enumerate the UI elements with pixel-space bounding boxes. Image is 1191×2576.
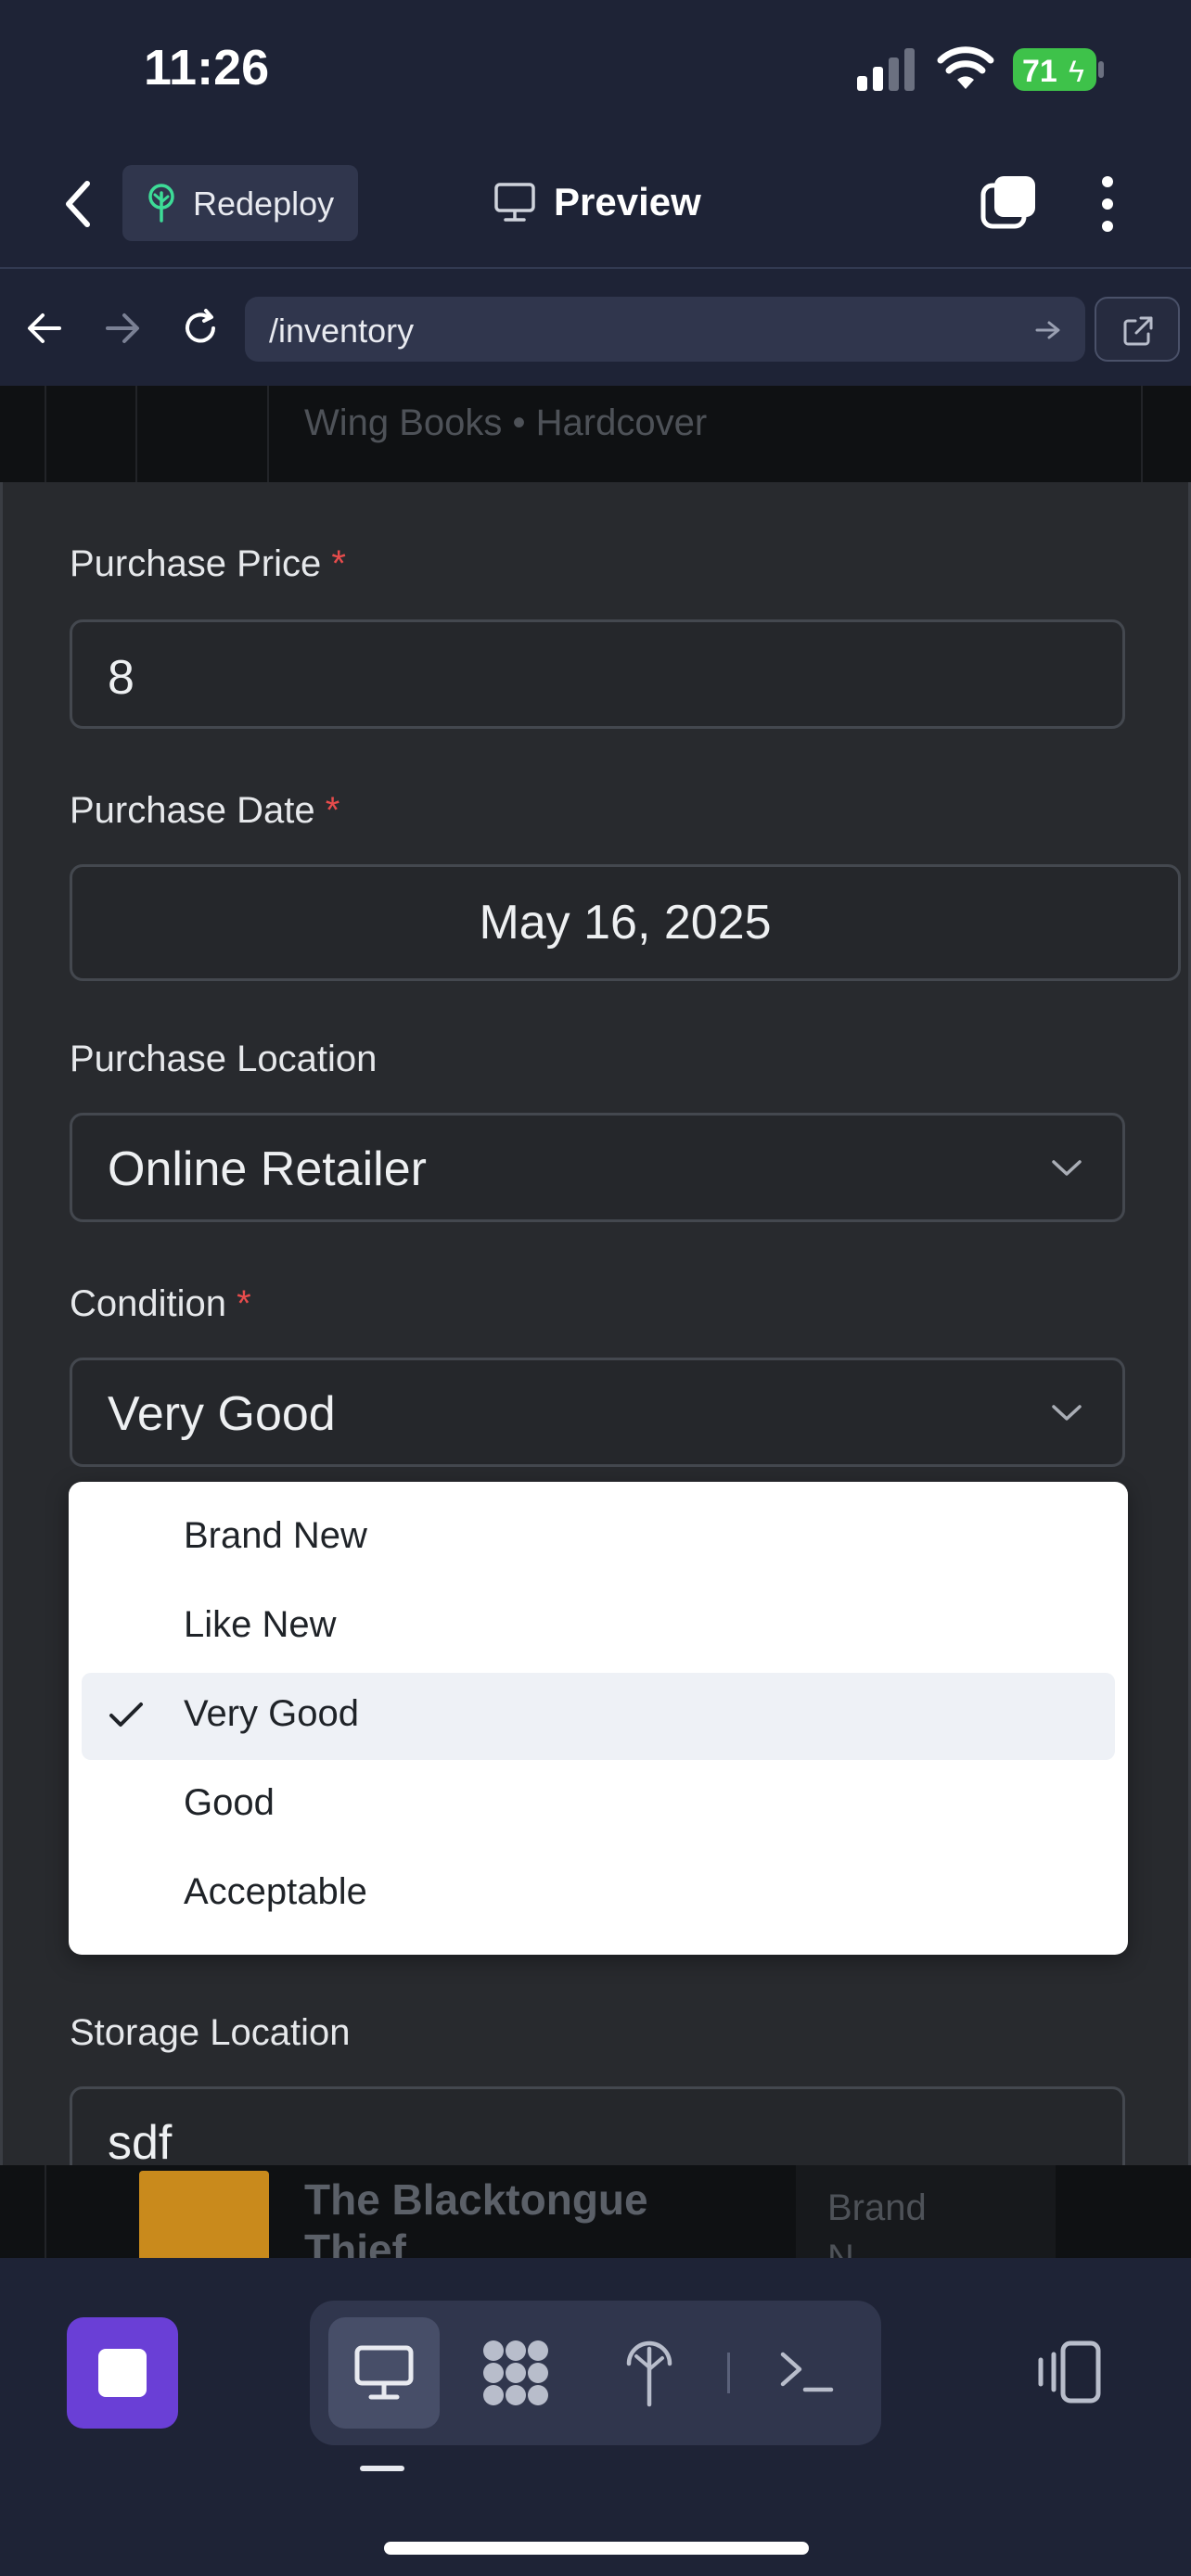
option-very-good[interactable]: Very Good [82, 1673, 1115, 1760]
url-text: /inventory [269, 312, 415, 350]
purchase-price-value: 8 [108, 651, 134, 705]
checkmark-icon [109, 1702, 143, 1727]
option-like-new[interactable]: Like New [82, 1584, 1115, 1671]
status-time: 11:26 [144, 40, 270, 96]
sapling-icon [148, 184, 174, 223]
terminal-icon[interactable] [777, 2349, 837, 2397]
option-good[interactable]: Good [82, 1762, 1115, 1849]
battery-tip [1098, 61, 1104, 78]
divider [727, 2353, 730, 2393]
purchase-location-value: Online Retailer [108, 1142, 427, 1196]
redeploy-label: Redeploy [193, 185, 335, 223]
background-book-title: The Blacktongue [304, 2175, 648, 2224]
reload-icon[interactable] [180, 308, 221, 349]
redeploy-button[interactable]: Redeploy [122, 165, 358, 241]
purchase-date-label: Purchase Date * [70, 790, 340, 831]
home-indicator [384, 2542, 809, 2555]
battery-icon: 71 ϟ [1013, 48, 1096, 91]
browser-back-icon[interactable] [26, 312, 63, 345]
condition-select[interactable]: Very Good [70, 1358, 1125, 1467]
background-table-row: Wing Books • Hardcover [0, 386, 1191, 482]
option-brand-new[interactable]: Brand New [82, 1495, 1115, 1582]
background-condition-line2: N [827, 2238, 854, 2258]
purchase-date-value: May 16, 2025 [479, 896, 772, 950]
go-arrow-icon[interactable] [1035, 320, 1061, 340]
preview-view-tab[interactable] [328, 2317, 440, 2429]
purchase-location-select[interactable]: Online Retailer [70, 1113, 1125, 1222]
tabs-icon[interactable] [980, 172, 1039, 232]
chevron-down-icon [1052, 1405, 1082, 1421]
url-field[interactable]: /inventory [245, 297, 1085, 362]
bottom-toolbar [0, 2258, 1191, 2576]
deploy-sapling-icon[interactable] [623, 2336, 675, 2408]
required-marker: * [325, 790, 340, 831]
more-vertical-icon[interactable] [1098, 174, 1117, 234]
purchase-price-input[interactable]: 8 [70, 619, 1125, 729]
purchase-location-label: Purchase Location [70, 1039, 378, 1079]
background-book-title-line2: Thief [304, 2225, 406, 2258]
monitor-icon [494, 183, 535, 222]
required-marker: * [331, 543, 346, 584]
grid-blob-icon[interactable] [480, 2340, 551, 2406]
purchase-date-picker[interactable]: May 16, 2025 [70, 864, 1181, 981]
view-switcher [310, 2301, 881, 2445]
storage-location-label: Storage Location [70, 2012, 351, 2053]
browser-forward-icon[interactable] [104, 312, 141, 345]
required-marker: * [237, 1283, 251, 1324]
charging-bolt-icon: ϟ [1069, 55, 1084, 88]
option-acceptable[interactable]: Acceptable [82, 1851, 1115, 1938]
stop-icon [98, 2349, 147, 2397]
chevron-down-icon [1052, 1160, 1082, 1176]
background-table-peek: The Blacktongue Thief Brand N [0, 2165, 1191, 2258]
signal-icon [857, 48, 915, 91]
condition-value: Very Good [108, 1387, 336, 1441]
status-bar: 11:26 71 ϟ [0, 0, 1191, 134]
background-row-text: Wing Books • Hardcover [304, 402, 708, 443]
purchase-price-label: Purchase Price * [70, 543, 346, 584]
battery-level: 71 [1022, 54, 1057, 89]
browser-toolbar: /inventory [0, 271, 1191, 386]
wifi-icon [937, 46, 994, 89]
active-tab-indicator [360, 2466, 404, 2471]
storage-location-value: sdf [108, 2116, 173, 2170]
external-link-icon [1123, 316, 1153, 346]
open-external-button[interactable] [1095, 297, 1180, 362]
stop-button[interactable] [67, 2317, 178, 2429]
background-condition: Brand [827, 2187, 927, 2228]
top-nav: Redeploy Preview [0, 139, 1191, 269]
preview-title: Preview [554, 180, 701, 223]
condition-label: Condition * [70, 1283, 251, 1324]
back-chevron-icon[interactable] [61, 178, 95, 230]
monitor-icon [354, 2345, 414, 2400]
condition-dropdown-menu: Brand New Like New Very Good Good Accept… [69, 1482, 1128, 1955]
device-switch-icon[interactable] [1035, 2340, 1102, 2404]
book-cover-thumbnail [139, 2171, 269, 2258]
